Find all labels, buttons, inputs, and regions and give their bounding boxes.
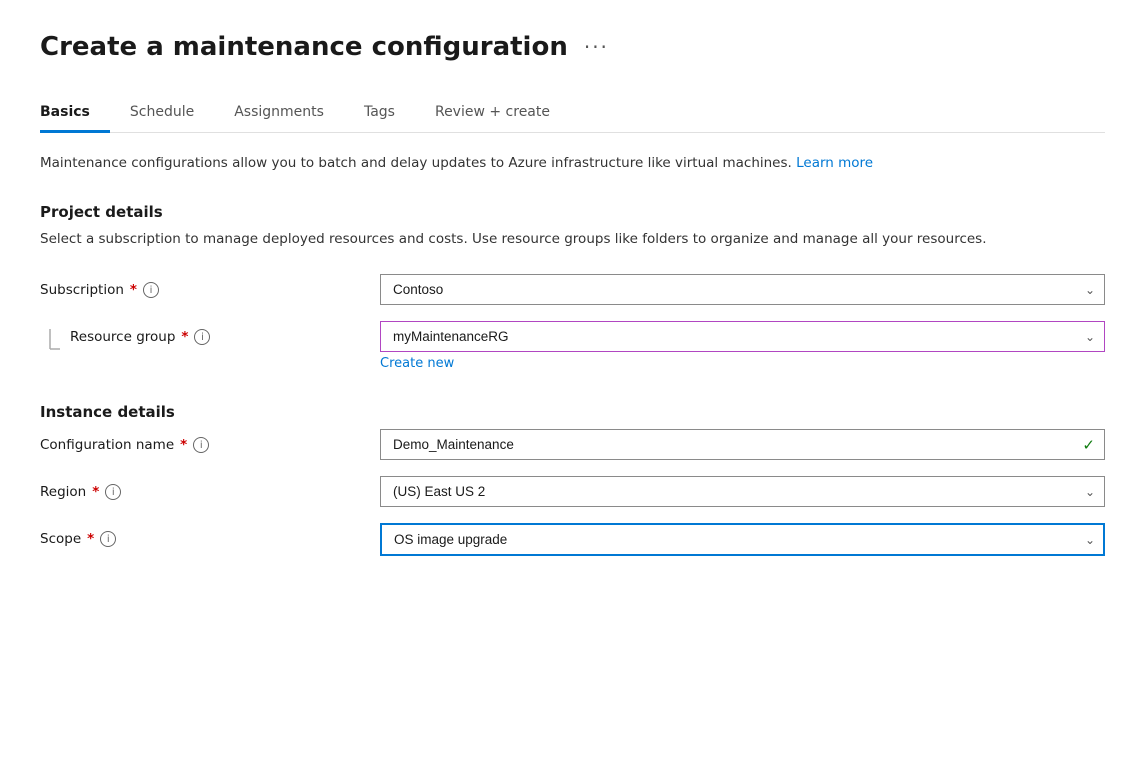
region-row: Region * i (US) East US 2 ⌄ [40,476,1105,507]
resource-group-required: * [181,329,188,345]
subscription-row: Subscription * i Contoso ⌄ [40,274,1105,305]
configuration-name-row: Configuration name * i ✓ [40,429,1105,460]
resource-group-label-col: Resource group * i [70,321,380,345]
bracket-connector [40,329,60,361]
tab-assignments[interactable]: Assignments [214,94,344,133]
scope-select-wrapper: OS image upgrade ⌄ [380,523,1105,556]
subscription-label-col: Subscription * i [40,274,380,298]
scope-row: Scope * i OS image upgrade ⌄ [40,523,1105,556]
project-details-title: Project details [40,203,1105,221]
scope-select[interactable]: OS image upgrade [380,523,1105,556]
subscription-label: Subscription [40,282,124,298]
region-info-icon[interactable]: i [105,484,121,500]
resource-group-row: Resource group * i myMaintenanceRG ⌄ Cre… [40,321,1105,371]
region-required: * [92,484,99,500]
region-label-col: Region * i [40,476,380,500]
scope-required: * [87,531,94,547]
project-details-description: Select a subscription to manage deployed… [40,229,1105,251]
tab-bar: Basics Schedule Assignments Tags Review … [40,94,1105,133]
resource-group-select-wrapper: myMaintenanceRG ⌄ [380,321,1105,352]
scope-info-icon[interactable]: i [100,531,116,547]
scope-label-col: Scope * i [40,523,380,547]
page-title: Create a maintenance configuration [40,32,568,62]
region-select-wrapper: (US) East US 2 ⌄ [380,476,1105,507]
region-select[interactable]: (US) East US 2 [380,476,1105,507]
tab-schedule[interactable]: Schedule [110,94,214,133]
subscription-control: Contoso ⌄ [380,274,1105,305]
learn-more-link[interactable]: Learn more [796,155,873,171]
resource-group-control: myMaintenanceRG ⌄ Create new [380,321,1105,371]
configuration-name-control: ✓ [380,429,1105,460]
resource-group-select[interactable]: myMaintenanceRG [380,321,1105,352]
region-label: Region [40,484,86,500]
resource-group-label: Resource group [70,329,175,345]
more-options-button[interactable]: ··· [584,35,609,59]
subscription-select-wrapper: Contoso ⌄ [380,274,1105,305]
subscription-required: * [130,282,137,298]
tab-tags[interactable]: Tags [344,94,415,133]
configuration-name-input[interactable] [380,429,1105,460]
create-new-resource-group-link[interactable]: Create new [380,356,1105,371]
configuration-name-label-col: Configuration name * i [40,429,380,453]
instance-details-title: Instance details [40,403,1105,421]
scope-control: OS image upgrade ⌄ [380,523,1105,556]
tab-basics[interactable]: Basics [40,94,110,133]
subscription-info-icon[interactable]: i [143,282,159,298]
scope-label: Scope [40,531,81,547]
configuration-name-info-icon[interactable]: i [193,437,209,453]
region-control: (US) East US 2 ⌄ [380,476,1105,507]
configuration-name-input-wrapper: ✓ [380,429,1105,460]
project-details-section: Project details Select a subscription to… [40,203,1105,372]
subscription-select[interactable]: Contoso [380,274,1105,305]
configuration-name-required: * [180,437,187,453]
resource-group-info-icon[interactable]: i [194,329,210,345]
configuration-name-label: Configuration name [40,437,174,453]
instance-details-section: Instance details Configuration name * i … [40,403,1105,556]
tab-review-create[interactable]: Review + create [415,94,570,133]
page-description: Maintenance configurations allow you to … [40,153,1105,175]
